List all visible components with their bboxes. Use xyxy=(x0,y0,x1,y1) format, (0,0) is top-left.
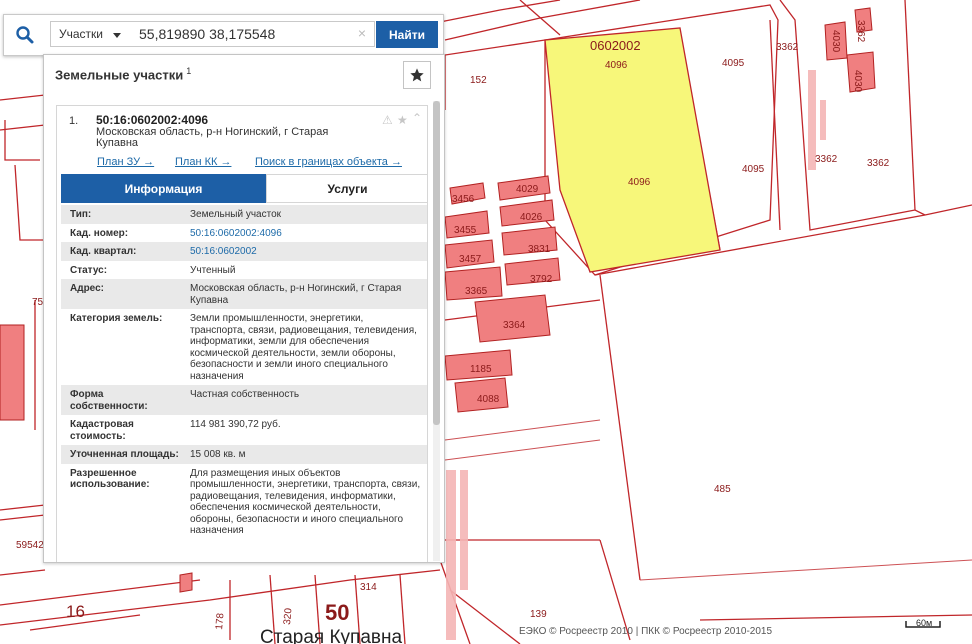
svg-text:4096: 4096 xyxy=(605,60,628,71)
detail-value[interactable]: 50:16:0602002:4096 xyxy=(181,228,421,240)
detail-row: Адрес: Московская область, р-н Ногинский,… xyxy=(61,279,427,309)
detail-row: Разрешенное использование: Для размещения… xyxy=(61,464,427,540)
layer-select-label: Участки xyxy=(59,27,103,41)
scrollbar[interactable] xyxy=(433,101,440,561)
svg-text:178: 178 xyxy=(214,612,226,630)
svg-text:3364: 3364 xyxy=(503,320,526,331)
svg-text:3362: 3362 xyxy=(776,42,799,53)
plan-kk-link[interactable]: План КК → xyxy=(175,156,231,168)
chevron-up-icon[interactable]: ⌃ xyxy=(412,111,422,125)
detail-label: Разрешенное использование: xyxy=(70,467,150,491)
detail-row: Кадастровая стоимость: 114 981 390,72 руб… xyxy=(61,415,427,445)
svg-text:3362: 3362 xyxy=(867,158,890,169)
detail-label: Кадастровая стоимость: xyxy=(70,419,134,442)
detail-value: Московская область, р-н Ногинский, г Ста… xyxy=(190,283,402,306)
search-icon[interactable] xyxy=(10,21,40,49)
result-number: 1. xyxy=(69,115,79,127)
detail-value: Для размещения иных объектов промышленно… xyxy=(190,467,421,537)
tab-services[interactable]: Услуги xyxy=(266,174,427,203)
detail-label: Тип: xyxy=(70,209,92,220)
result-count: 1 xyxy=(186,66,192,76)
map-place-name: Старая Купавна xyxy=(260,627,402,644)
svg-text:1185: 1185 xyxy=(470,364,492,375)
svg-text:4030: 4030 xyxy=(830,30,841,53)
copyright-text: ЕЭКО © Росреестр 2010 | ПКК © Росреестр … xyxy=(519,626,773,637)
svg-text:152: 152 xyxy=(470,75,487,86)
search-bar: Участки × Найти xyxy=(3,14,444,56)
detail-row: Тип: Земельный участок xyxy=(61,205,427,224)
detail-label: Категория земель: xyxy=(70,313,163,324)
warning-icon[interactable]: ⚠ xyxy=(382,113,393,127)
svg-text:4029: 4029 xyxy=(516,184,539,195)
detail-value: Земли промышленности, энергетики, трансп… xyxy=(190,313,417,382)
detail-row: Категория земель: Земли промышленности, э… xyxy=(61,309,427,385)
svg-text:4088: 4088 xyxy=(477,394,500,405)
svg-text:3455: 3455 xyxy=(454,225,477,236)
detail-label: Кад. квартал: xyxy=(70,246,137,257)
svg-text:3456: 3456 xyxy=(452,194,475,205)
tab-information[interactable]: Информация xyxy=(61,174,266,203)
favorites-button[interactable] xyxy=(403,61,431,89)
scale-label: 60м xyxy=(916,618,933,628)
svg-text:3457: 3457 xyxy=(459,254,482,265)
svg-text:4095: 4095 xyxy=(742,164,765,175)
find-button[interactable]: Найти xyxy=(376,21,438,48)
svg-text:75: 75 xyxy=(32,297,44,308)
star-icon xyxy=(410,68,424,82)
svg-text:485: 485 xyxy=(714,484,731,495)
map-label-quarter: 0602002 xyxy=(590,38,641,53)
scrollbar-thumb[interactable] xyxy=(433,101,440,425)
result-address: Московская область, р-н Ногинский, г Ста… xyxy=(96,126,329,149)
results-panel: Земельные участки 1 1. 50:16:0602002:4096… xyxy=(43,54,445,563)
detail-label: Форма собственности: xyxy=(70,389,148,412)
svg-text:320: 320 xyxy=(282,607,294,625)
search-input[interactable] xyxy=(129,21,375,47)
detail-row: Форма собственности: Частная собственност… xyxy=(61,385,427,415)
svg-text:139: 139 xyxy=(530,609,547,620)
search-in-bounds-link[interactable]: Поиск в границах объекта → xyxy=(255,156,402,168)
detail-row: Кад. квартал: 50:16:0602002 xyxy=(61,242,427,261)
svg-text:3362: 3362 xyxy=(855,20,866,43)
detail-value: Учтенный xyxy=(190,264,236,276)
layer-select[interactable]: Участки xyxy=(50,21,130,47)
detail-value: Земельный участок xyxy=(190,209,282,220)
svg-text:4030: 4030 xyxy=(852,70,863,93)
svg-text:4095: 4095 xyxy=(722,58,745,69)
clear-icon[interactable]: × xyxy=(354,25,370,41)
detail-value: Частная собственность xyxy=(190,389,300,400)
panel-title: Земельные участки 1 xyxy=(55,66,191,82)
svg-text:4096: 4096 xyxy=(628,177,651,188)
result-card: 1. 50:16:0602002:4096 Московская область… xyxy=(56,105,428,562)
detail-label: Адрес: xyxy=(70,283,104,294)
star-icon[interactable]: ★ xyxy=(397,113,408,127)
detail-row: Кад. номер: 50:16:0602002:4096 xyxy=(61,224,427,243)
details-table: Тип: Земельный участок Кад. номер: 50:16:06… xyxy=(61,205,427,540)
result-cad-number[interactable]: 50:16:0602002:4096 xyxy=(96,113,208,127)
tab-bar: Информация Услуги xyxy=(61,174,427,203)
detail-label: Кад. номер: xyxy=(70,227,129,239)
panel-title-text: Земельные участки xyxy=(55,67,184,83)
plan-zu-link[interactable]: План ЗУ → xyxy=(97,156,154,168)
detail-value: 114 981 390,72 руб. xyxy=(190,419,281,430)
svg-text:50: 50 xyxy=(325,600,349,625)
detail-label: Статус: xyxy=(70,264,108,276)
svg-text:314: 314 xyxy=(360,582,377,593)
detail-row: Статус: Учтенный xyxy=(61,261,427,280)
svg-text:3362: 3362 xyxy=(815,154,838,165)
svg-text:3792: 3792 xyxy=(530,274,553,285)
svg-text:16: 16 xyxy=(66,602,85,621)
svg-text:3365: 3365 xyxy=(465,286,488,297)
detail-row: Уточненная площадь: 15 008 кв. м xyxy=(61,445,427,464)
detail-label: Уточненная площадь: xyxy=(70,449,179,460)
detail-value: 15 008 кв. м xyxy=(190,449,246,460)
svg-text:4026: 4026 xyxy=(520,212,543,223)
detail-value[interactable]: 50:16:0602002 xyxy=(181,246,421,258)
svg-text:59542: 59542 xyxy=(16,540,44,551)
chevron-down-icon xyxy=(113,33,121,38)
svg-text:3831: 3831 xyxy=(528,244,551,255)
